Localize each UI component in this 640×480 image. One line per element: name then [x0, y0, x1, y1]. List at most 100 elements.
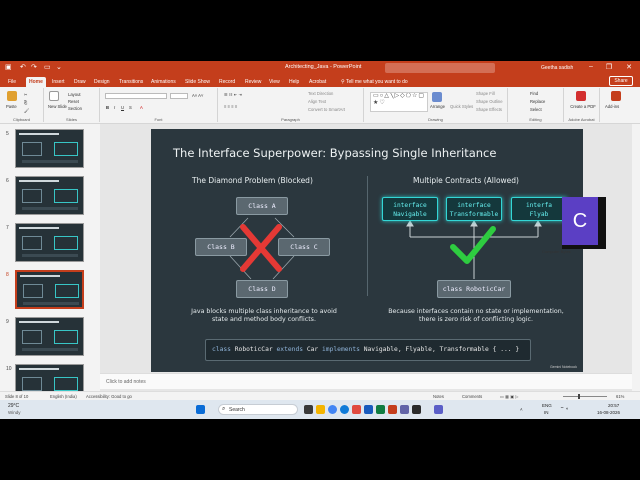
close-icon[interactable]: ✕: [622, 63, 636, 71]
tab-home[interactable]: Home: [26, 77, 46, 87]
copy-icon[interactable]: ⎘: [24, 100, 27, 105]
text-direction-button[interactable]: Text Direction: [308, 91, 333, 96]
tab-file[interactable]: File: [5, 77, 19, 87]
left-caption[interactable]: Java blocks multiple class inheritance t…: [189, 308, 339, 324]
tab-slide-show[interactable]: Slide Show: [182, 77, 213, 87]
teams-icon[interactable]: [400, 405, 409, 414]
accessibility-status[interactable]: Accessibility: Good to go: [86, 394, 132, 399]
share-button[interactable]: Share: [609, 76, 633, 86]
tab-review[interactable]: Review: [242, 77, 264, 87]
slide-thumbnail-8[interactable]: [15, 270, 84, 309]
tab-design[interactable]: Design: [91, 77, 113, 87]
tab-insert[interactable]: Insert: [49, 77, 68, 87]
zoom-level[interactable]: 61%: [616, 394, 624, 399]
new-slide-button[interactable]: New Slide: [48, 104, 67, 109]
minimize-icon[interactable]: –: [584, 63, 598, 70]
app-icon[interactable]: [412, 405, 421, 414]
app-icon[interactable]: [352, 405, 361, 414]
word-icon[interactable]: [364, 405, 373, 414]
grow-font-icon[interactable]: A˄ A˅: [192, 93, 203, 98]
section-button[interactable]: Section: [68, 106, 82, 111]
select-button[interactable]: Select: [530, 107, 542, 112]
clock-time[interactable]: 20:57: [608, 403, 619, 408]
excel-icon[interactable]: [376, 405, 385, 414]
shape-fill-button[interactable]: Shape Fill: [476, 91, 495, 96]
tray-overflow-icon[interactable]: ˄: [520, 407, 523, 412]
italic-icon[interactable]: I: [114, 105, 115, 110]
input-language[interactable]: ENG: [542, 403, 552, 408]
zoom-slider[interactable]: [563, 396, 607, 397]
powerpoint-icon[interactable]: [388, 405, 397, 414]
autosave-icon[interactable]: ▣: [5, 64, 12, 72]
shape-outline-button[interactable]: Shape Outline: [476, 99, 503, 104]
find-button[interactable]: Find: [530, 91, 538, 96]
taskbar-search[interactable]: ⌕ Search: [218, 404, 298, 415]
quick-access-more-icon[interactable]: ⌄: [56, 64, 62, 72]
clock-date[interactable]: 16-08-2026: [597, 410, 620, 415]
robotic-car-box[interactable]: class RoboticCar: [437, 280, 511, 298]
create-pdf-icon[interactable]: [576, 91, 586, 101]
slide-thumbnail-6[interactable]: [15, 176, 84, 215]
create-pdf-button[interactable]: Create a PDF: [568, 104, 598, 109]
tell-me-search[interactable]: ⚲ Tell me what you want to do: [338, 77, 411, 87]
tab-view[interactable]: View: [266, 77, 283, 87]
tab-animations[interactable]: Animations: [148, 77, 179, 87]
cut-icon[interactable]: ✂: [24, 92, 28, 97]
comments-toggle[interactable]: Comments: [462, 394, 482, 399]
class-b-box[interactable]: Class B: [195, 238, 247, 256]
file-explorer-icon[interactable]: [316, 405, 325, 414]
search-box[interactable]: [385, 63, 495, 73]
add-ins-icon[interactable]: [611, 91, 621, 101]
paste-icon[interactable]: [7, 91, 17, 101]
new-slide-icon[interactable]: [49, 91, 59, 101]
redo-icon[interactable]: ↷: [31, 64, 37, 72]
vertical-scrollbar[interactable]: [632, 124, 640, 391]
replace-button[interactable]: Replace: [530, 99, 545, 104]
reset-button[interactable]: Reset: [68, 99, 79, 104]
tab-transitions[interactable]: Transitions: [116, 77, 146, 87]
interface-navigable-box[interactable]: interface Navigable: [382, 197, 438, 221]
current-slide[interactable]: The Interface Superpower: Bypassing Sing…: [151, 129, 583, 372]
shapes-gallery[interactable]: ▭○△╲▷◇⬠☆▢⌒↘↗{}★♡: [370, 92, 428, 112]
strikethrough-icon[interactable]: S: [129, 105, 132, 110]
slideshow-start-icon[interactable]: ▭: [44, 64, 51, 72]
slide-thumbnail-5[interactable]: [15, 129, 84, 168]
tab-help[interactable]: Help: [286, 77, 302, 87]
start-icon[interactable]: [196, 405, 205, 414]
add-ins-button[interactable]: Add-ins: [605, 104, 619, 109]
notes-pane[interactable]: Click to add notes: [100, 373, 632, 389]
view-buttons[interactable]: ▭ ▦ ▣ ▷: [500, 394, 519, 399]
arrange-icon[interactable]: [432, 92, 442, 102]
bold-icon[interactable]: B: [106, 105, 109, 110]
chrome-icon[interactable]: [328, 405, 337, 414]
weather-text[interactable]: Windy: [8, 410, 21, 415]
network-volume-icons[interactable]: ⌔ ◖: [560, 406, 568, 412]
user-name[interactable]: Geetha sadish: [541, 65, 573, 71]
paste-button[interactable]: Paste: [6, 104, 17, 109]
task-view-icon[interactable]: [304, 405, 313, 414]
interface-flyable-box[interactable]: interfa Flyab: [511, 197, 567, 221]
font-color-icon[interactable]: A: [140, 105, 143, 110]
bullets-icon[interactable]: ☰ ☷ ⇤ ⇥: [224, 92, 242, 97]
language-indicator[interactable]: English (India): [50, 394, 77, 399]
code-snippet[interactable]: class RoboticCar extends Car implements …: [205, 339, 531, 361]
undo-icon[interactable]: ↶: [20, 64, 26, 72]
quick-styles-button[interactable]: Quick Styles: [450, 104, 473, 109]
font-size-dropdown[interactable]: [170, 93, 188, 99]
arrange-button[interactable]: Arrange: [430, 104, 445, 109]
class-d-box[interactable]: Class D: [236, 280, 288, 298]
input-region[interactable]: IN: [544, 410, 549, 415]
weather-temp[interactable]: 29°C: [8, 403, 19, 409]
slide-thumbnail-7[interactable]: [15, 223, 84, 262]
layout-button[interactable]: Layout: [68, 92, 81, 97]
tab-record[interactable]: Record: [216, 77, 238, 87]
format-painter-icon[interactable]: 🖌: [24, 108, 29, 114]
shape-effects-button[interactable]: Shape Effects: [476, 107, 502, 112]
tab-draw[interactable]: Draw: [71, 77, 89, 87]
zoom-slider-thumb[interactable]: [578, 394, 580, 399]
slide-thumbnail-9[interactable]: [15, 317, 84, 356]
smartart-button[interactable]: Convert to SmartArt: [308, 107, 345, 112]
class-a-box[interactable]: Class A: [236, 197, 288, 215]
app-icon[interactable]: [434, 405, 443, 414]
restore-icon[interactable]: ❐: [602, 63, 616, 71]
